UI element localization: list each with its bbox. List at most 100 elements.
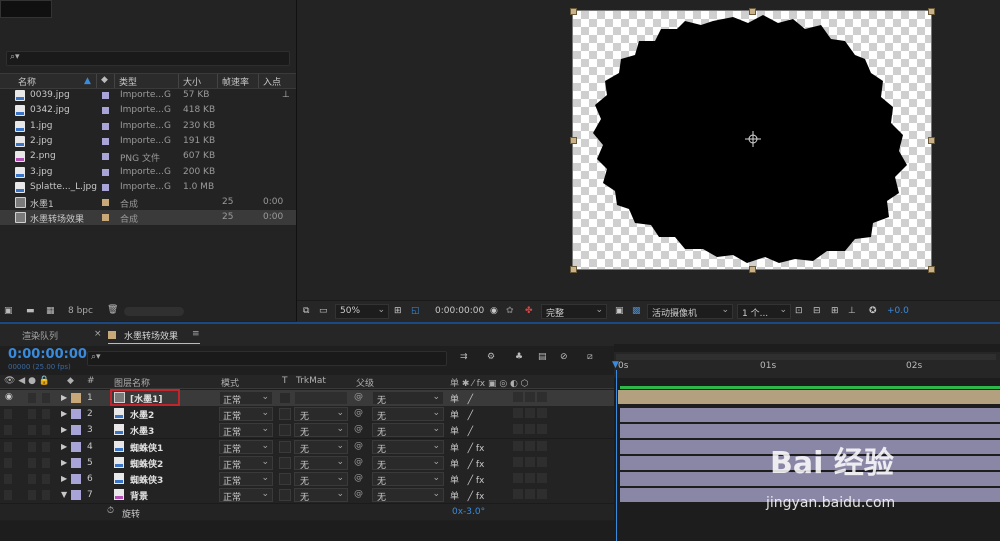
transform-handle[interactable] (928, 266, 935, 273)
video-toggle[interactable] (4, 441, 12, 452)
fx-switch[interactable]: fx (476, 460, 485, 470)
pickwhip-icon[interactable]: @ (354, 441, 363, 451)
current-time-display[interactable]: 0:00:00:00 (8, 347, 87, 362)
col-layer-name[interactable]: 图层名称 (114, 376, 150, 389)
layer-switches[interactable]: 单 ╱ fx (450, 441, 484, 454)
switch-box[interactable] (525, 473, 535, 483)
layer-name[interactable]: 蜘蛛侠1 (130, 441, 163, 454)
layer-row[interactable]: ▶ 5 蜘蛛侠2 正常 ⌄ 无 ⌄ @ 无 ⌄ 单 ╱ fx (0, 454, 614, 472)
switch-box[interactable] (537, 408, 547, 419)
project-item[interactable]: 2.png PNG 文件 607 KB (0, 149, 296, 164)
lock-toggle[interactable] (42, 474, 50, 484)
transform-handle[interactable] (570, 8, 577, 15)
label-swatch[interactable] (102, 214, 109, 222)
transform-handle[interactable] (570, 137, 577, 144)
new-composition-icon[interactable]: ▦ (46, 306, 55, 316)
blend-mode-dropdown[interactable]: 正常 ⌄ (219, 472, 273, 487)
label-swatch[interactable] (71, 441, 81, 452)
switch-box[interactable] (513, 440, 523, 451)
switch-box[interactable] (513, 473, 523, 483)
tab-composition[interactable]: 水墨转场效果 (124, 329, 178, 342)
pickwhip-icon[interactable]: @ (354, 457, 363, 467)
switch-box[interactable] (513, 392, 523, 402)
layer-row[interactable]: ▶ 3 水墨3 正常 ⌄ 无 ⌄ @ 无 ⌄ 单 ╱ (0, 422, 614, 440)
parent-dropdown[interactable]: 无 ⌄ (372, 439, 444, 455)
chevron-down-icon[interactable]: ▼ (61, 490, 67, 499)
video-toggle[interactable] (4, 490, 12, 501)
fx-switch[interactable]: fx (476, 444, 485, 454)
trash-icon[interactable]: 🗑 (107, 305, 118, 315)
views-dropdown[interactable]: 1 个... ⌄ (737, 304, 791, 319)
project-item[interactable]: 0039.jpg Importe...G 57 KB (0, 88, 296, 103)
trkmat-dropdown[interactable]: 无 ⌄ (294, 423, 348, 438)
switch-box[interactable] (513, 456, 523, 467)
label-swatch[interactable] (102, 183, 109, 191)
draft-3d-icon[interactable]: ⚙ (487, 352, 495, 362)
show-snapshot-icon[interactable]: ✿ (506, 306, 514, 316)
timeline-icon[interactable]: ⊞ (831, 306, 839, 316)
resolution-dropdown[interactable]: 完整 ⌄ (541, 304, 607, 319)
blend-mode-dropdown[interactable]: 正常 ⌄ (219, 423, 273, 438)
comp-mini-flowchart-icon[interactable]: ⇉ (460, 352, 468, 362)
blend-mode-dropdown[interactable]: 正常 ⌄ (219, 391, 273, 406)
label-swatch[interactable] (102, 122, 109, 130)
solo-toggle[interactable] (28, 409, 36, 420)
video-toggle[interactable] (4, 457, 12, 468)
switch-box[interactable] (537, 440, 547, 451)
playhead-icon[interactable]: ▼ (612, 360, 619, 370)
switch-box[interactable] (525, 489, 535, 500)
layer-row[interactable]: ▶ 2 水墨2 正常 ⌄ 无 ⌄ @ 无 ⌄ 单 ╱ (0, 406, 614, 424)
lock-toggle[interactable] (42, 425, 50, 436)
pickwhip-icon[interactable]: @ (354, 424, 363, 434)
trkmat-dropdown[interactable]: 无 ⌄ (294, 455, 348, 471)
thumbnail-scroll[interactable] (124, 307, 184, 316)
layer-switches[interactable]: 单 ╱ fx (450, 457, 484, 470)
graph-editor-icon[interactable]: ⧄ (587, 352, 593, 362)
panel-menu-icon[interactable]: ≡ (192, 329, 200, 339)
layer-switches[interactable]: 单 ╱ (450, 408, 473, 421)
blend-mode-dropdown[interactable]: 正常 ⌄ (219, 455, 273, 471)
playhead-line[interactable] (616, 370, 617, 541)
label-swatch[interactable] (71, 425, 81, 436)
project-item[interactable]: 2.jpg Importe...G 191 KB (0, 134, 296, 149)
solo-toggle[interactable] (28, 457, 36, 468)
stopwatch-icon[interactable]: ⏱ (107, 506, 114, 516)
layer-switches[interactable]: 单 ╱ (450, 392, 473, 405)
label-swatch[interactable] (71, 409, 81, 420)
chevron-right-icon[interactable]: ▶ (61, 474, 67, 483)
label-swatch[interactable] (102, 168, 109, 176)
col-inpoint[interactable]: 入点 (263, 75, 281, 88)
zoom-dropdown[interactable]: 50% ⌄ (335, 304, 389, 319)
fx-switch[interactable]: fx (476, 476, 485, 486)
always-preview-icon[interactable]: ⧉ (303, 306, 309, 316)
layer-row[interactable]: ◉ ▶ 1 [水墨1] 正常 ⌄ @ 无 ⌄ 单 ╱ (0, 390, 614, 407)
monitor-icon[interactable]: ▭ (319, 306, 328, 316)
new-folder-icon[interactable]: ▬ (26, 306, 35, 316)
pickwhip-icon[interactable]: @ (354, 408, 363, 418)
transform-handle[interactable] (749, 8, 756, 15)
project-item[interactable]: 水墨1 合成 25 0:00 (0, 195, 296, 210)
transform-handle[interactable] (749, 266, 756, 273)
project-item[interactable]: 0342.jpg Importe...G 418 KB (0, 103, 296, 118)
label-swatch[interactable] (102, 137, 109, 145)
trkmat-dropdown[interactable]: 无 ⌄ (294, 488, 348, 503)
chevron-right-icon[interactable]: ▶ (61, 458, 67, 467)
project-item[interactable]: 1.jpg Importe...G 230 KB (0, 119, 296, 134)
col-size[interactable]: 大小 (183, 75, 201, 88)
col-type[interactable]: 类型 (119, 75, 137, 88)
pickwhip-icon[interactable]: @ (354, 392, 363, 402)
trkmat-dropdown[interactable]: 无 ⌄ (294, 472, 348, 487)
transform-handle[interactable] (570, 266, 577, 273)
solo-toggle[interactable] (28, 425, 36, 436)
fx-switch[interactable]: fx (476, 492, 485, 502)
timeline-search-input[interactable]: ⌕▾ (87, 351, 447, 366)
col-parent[interactable]: 父级 (356, 376, 374, 389)
fast-preview-icon[interactable]: ⊟ (813, 306, 821, 316)
label-swatch[interactable] (71, 490, 81, 501)
region-of-interest-icon[interactable]: ▣ (615, 306, 624, 316)
switch-box[interactable] (525, 408, 535, 419)
col-num[interactable]: # (87, 376, 95, 386)
lock-toggle[interactable] (42, 393, 50, 403)
col-switches[interactable]: 单 ✱ ⁄ fx ▣ ◎ ◐ ⬡ (450, 376, 529, 389)
video-toggle[interactable] (4, 425, 12, 436)
